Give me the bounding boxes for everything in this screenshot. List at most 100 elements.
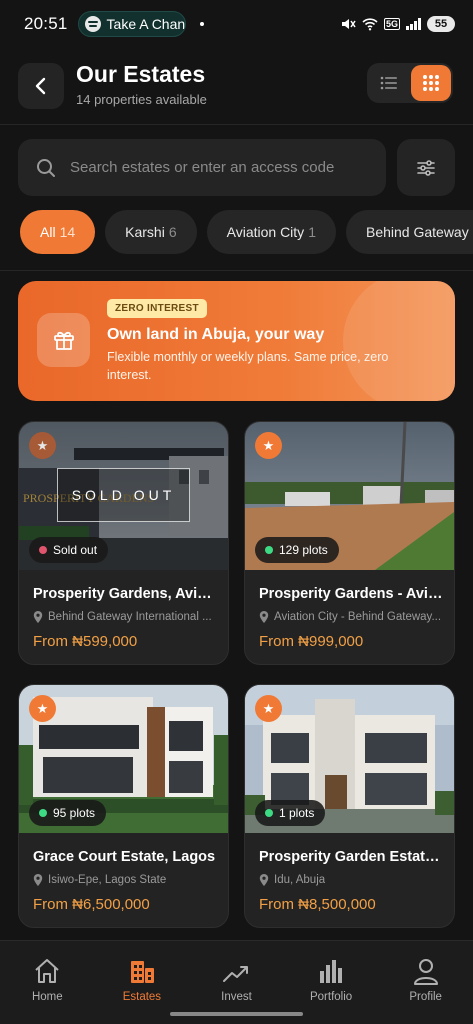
back-button[interactable] <box>18 63 64 109</box>
status-dot <box>265 809 273 817</box>
estate-card[interactable]: PROSPERITY GARDENS SOLD OUT ★ Sold out P… <box>18 421 229 665</box>
estate-card[interactable]: ★ 1 plots Prosperity Garden Estate,... I… <box>244 684 455 928</box>
estate-photo: PROSPERITY GARDENS SOLD OUT ★ Sold out <box>19 422 228 570</box>
estate-card[interactable]: ★ 95 plots Grace Court Estate, Lagos Isi… <box>18 684 229 928</box>
estate-name: Prosperity Gardens, Aviat... <box>33 586 219 602</box>
featured-star-icon: ★ <box>255 432 282 459</box>
featured-star-icon: ★ <box>29 432 56 459</box>
estate-price: From ₦599,000 <box>33 633 138 650</box>
battery-icon: 55 <box>427 16 455 32</box>
search-bar <box>18 139 386 196</box>
chip-karshi[interactable]: Karshi 6 <box>105 210 197 254</box>
properties-count: 14 properties available <box>76 92 207 107</box>
status-dot <box>39 809 47 817</box>
page-header: Our Estates 14 properties available <box>0 55 473 125</box>
search-icon <box>37 158 55 177</box>
network-type: 5G <box>383 18 400 30</box>
chip-behind-gateway[interactable]: Behind Gateway <box>345 210 473 254</box>
promo-banner[interactable]: ZERO INTEREST Own land in Abuja, your wa… <box>18 281 455 401</box>
location-text: Isiwo-Epe, Lagos State <box>48 874 167 886</box>
nav-profile[interactable]: Profile <box>378 941 473 1024</box>
nav-home[interactable]: Home <box>0 941 95 1024</box>
availability-text: Sold out <box>53 543 98 557</box>
availability-text: 129 plots <box>279 543 328 557</box>
chip-aviation-city[interactable]: Aviation City 1 <box>206 210 336 254</box>
nav-label: Invest <box>221 991 252 1003</box>
status-dot <box>265 546 273 554</box>
person-icon <box>412 955 440 985</box>
estate-location: Behind Gateway International ... <box>33 611 219 623</box>
estate-location: Isiwo-Epe, Lagos State <box>33 874 219 886</box>
notification-dot <box>199 22 204 26</box>
estate-price: From ₦6,500,000 <box>33 896 150 913</box>
availability-badge: 1 plots <box>255 800 326 826</box>
nav-label: Portfolio <box>309 991 353 1003</box>
buildings-icon <box>128 955 156 985</box>
chip-label: Aviation City <box>226 224 305 240</box>
location-text: Behind Gateway International ... <box>48 611 212 623</box>
mute-icon <box>341 19 356 29</box>
location-pin-icon <box>33 874 43 886</box>
spotify-icon <box>84 16 101 32</box>
grid-view-button[interactable] <box>411 65 451 101</box>
media-title: Take A Chan <box>106 16 186 32</box>
availability-badge: 95 plots <box>29 800 107 826</box>
nav-label: Home <box>31 991 63 1003</box>
availability-text: 95 plots <box>53 806 96 820</box>
availability-text: 1 plots <box>279 806 315 820</box>
estate-name: Grace Court Estate, Lagos <box>33 849 216 865</box>
chip-count: 1 <box>308 224 316 240</box>
promo-title: Own land in Abuja, your way <box>107 326 325 343</box>
estate-location: Idu, Abuja <box>259 874 445 886</box>
gift-icon-box <box>37 313 90 367</box>
wifi-icon <box>362 18 378 31</box>
availability-badge: 129 plots <box>255 537 339 563</box>
status-time: 20:51 <box>24 14 68 33</box>
search-input[interactable] <box>70 159 370 176</box>
home-icon <box>33 955 61 985</box>
nav-label: Profile <box>409 991 442 1003</box>
view-toggle <box>367 63 453 103</box>
filter-button[interactable] <box>397 139 455 196</box>
availability-badge: Sold out <box>29 537 109 563</box>
status-bar: 20:51 Take A Chan 5G 55 <box>0 0 473 48</box>
status-dot <box>39 546 47 554</box>
home-indicator <box>170 1012 303 1016</box>
location-text: Aviation City - Behind Gateway... <box>274 611 442 623</box>
location-pin-icon <box>259 611 269 623</box>
chip-label: All <box>40 224 56 240</box>
signal-icon <box>406 18 421 30</box>
featured-star-icon: ★ <box>29 695 56 722</box>
nav-label: Estates <box>122 991 162 1003</box>
promo-description: Flexible monthly or weekly plans. Same p… <box>107 350 389 382</box>
location-pin-icon <box>33 611 43 623</box>
bar-chart-icon <box>317 955 345 985</box>
list-view-button[interactable] <box>369 65 409 101</box>
estate-card[interactable]: ★ 129 plots Prosperity Gardens - Avia...… <box>244 421 455 665</box>
chip-label: Karshi <box>125 224 165 240</box>
chip-all[interactable]: All 14 <box>20 210 96 254</box>
estate-location: Aviation City - Behind Gateway... <box>259 611 445 623</box>
media-notification-pill[interactable]: Take A Chan <box>77 11 186 37</box>
chip-count: 14 <box>59 224 76 240</box>
location-text: Idu, Abuja <box>274 874 326 886</box>
sold-out-overlay: SOLD OUT <box>57 468 190 522</box>
sliders-icon <box>417 159 435 176</box>
estate-photo: ★ 95 plots <box>19 685 228 833</box>
list-icon <box>380 76 397 90</box>
gift-icon <box>53 331 74 350</box>
estate-price: From ₦999,000 <box>259 633 364 650</box>
trend-up-icon <box>222 955 250 985</box>
featured-star-icon: ★ <box>255 695 282 722</box>
page-title: Our Estates <box>76 61 206 87</box>
chevron-left-icon <box>35 77 46 95</box>
estate-name: Prosperity Garden Estate,... <box>259 849 445 865</box>
location-pin-icon <box>259 874 269 886</box>
estate-name: Prosperity Gardens - Avia... <box>259 586 445 602</box>
location-filter-chips: All 14 Karshi 6 Aviation City 1 Behind Gate… <box>20 210 473 254</box>
header-divider <box>0 124 473 125</box>
chips-divider <box>0 270 473 271</box>
estate-price: From ₦8,500,000 <box>259 896 376 913</box>
grid-dots-icon <box>423 75 439 91</box>
chip-label: Behind Gateway <box>365 224 469 240</box>
